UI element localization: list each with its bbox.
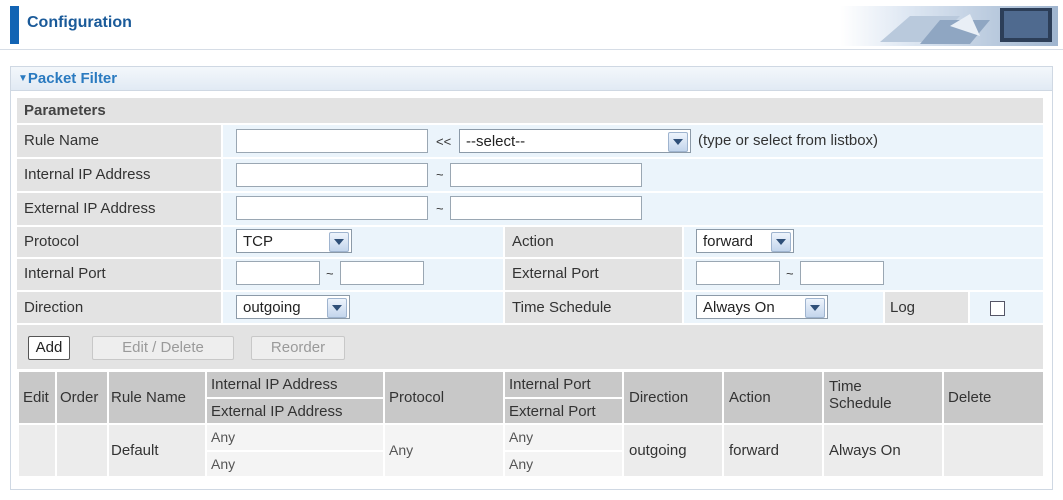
- internal-port-start-input[interactable]: [236, 261, 320, 285]
- rule-name-hint: (type or select from listbox): [698, 132, 879, 149]
- row-action: forward: [724, 425, 822, 476]
- protocol-select[interactable]: TCP: [236, 229, 352, 253]
- collapse-triangle-icon: ▼: [18, 73, 28, 84]
- action-select-value: forward: [703, 233, 754, 250]
- log-label: Log: [890, 299, 916, 316]
- col-header-rule-name: Rule Name: [109, 372, 205, 423]
- chevron-down-icon[interactable]: [327, 298, 347, 318]
- add-button[interactable]: Add: [28, 336, 70, 360]
- col-header-time-schedule: Time Schedule: [824, 372, 942, 423]
- row-internal-port: Any: [505, 425, 622, 450]
- col-header-action: Action: [724, 372, 822, 423]
- chevron-down-icon[interactable]: [805, 298, 825, 318]
- section-header[interactable]: [11, 67, 1052, 91]
- action-label: Action: [512, 233, 554, 250]
- direction-select-value: outgoing: [243, 299, 301, 316]
- time-schedule-select-value: Always On: [703, 299, 775, 316]
- action-select[interactable]: forward: [696, 229, 794, 253]
- row-protocol: Any: [385, 425, 503, 476]
- external-ip-start-input[interactable]: [236, 196, 428, 220]
- row-external-ip: Any: [207, 452, 383, 476]
- section-title-text: Packet Filter: [27, 70, 118, 87]
- log-value-cell: [970, 292, 1043, 323]
- reorder-button[interactable]: Reorder: [251, 336, 345, 360]
- log-checkbox[interactable]: [990, 301, 1005, 316]
- protocol-select-value: TCP: [243, 233, 273, 250]
- col-header-external-port: External Port: [505, 399, 622, 423]
- col-header-edit: Edit: [19, 372, 55, 423]
- header-accent-bar: [10, 6, 19, 44]
- internal-port-end-input[interactable]: [340, 261, 424, 285]
- col-header-order: Order: [57, 372, 107, 423]
- chevron-down-icon[interactable]: [668, 132, 688, 152]
- row-direction: outgoing: [624, 425, 722, 476]
- external-ip-range-separator: ~: [436, 201, 444, 216]
- col-header-delete: Delete: [944, 372, 1043, 423]
- time-schedule-select[interactable]: Always On: [696, 295, 828, 319]
- internal-port-range-separator: ~: [326, 266, 334, 281]
- row-rule-name: Default: [109, 425, 205, 476]
- chevron-down-icon[interactable]: [771, 232, 791, 252]
- col-header-external-ip: External IP Address: [207, 399, 383, 423]
- rule-name-input[interactable]: [236, 129, 428, 153]
- internal-ip-end-input[interactable]: [450, 163, 642, 187]
- internal-port-label: Internal Port: [24, 265, 106, 282]
- edit-delete-button[interactable]: Edit / Delete: [92, 336, 234, 360]
- rule-name-separator: <<: [436, 134, 452, 149]
- page-title: Configuration: [27, 14, 132, 31]
- rule-name-label: Rule Name: [24, 132, 100, 149]
- row-order-cell: [57, 425, 107, 476]
- rule-name-select[interactable]: --select--: [459, 129, 691, 153]
- row-time-schedule: Always On: [824, 425, 942, 476]
- internal-ip-start-input[interactable]: [236, 163, 428, 187]
- direction-label: Direction: [24, 299, 84, 316]
- internal-ip-range-separator: ~: [436, 167, 444, 182]
- col-header-direction: Direction: [624, 372, 722, 423]
- rule-name-select-value: --select--: [466, 133, 526, 150]
- internal-ip-label: Internal IP Address: [24, 166, 151, 183]
- col-header-internal-ip: Internal IP Address: [207, 372, 383, 397]
- external-port-range-separator: ~: [786, 266, 794, 281]
- header-banner-image: [840, 6, 1058, 46]
- row-delete-cell[interactable]: [944, 425, 1043, 476]
- time-schedule-label: Time Schedule: [512, 299, 612, 316]
- parameters-title: Parameters: [24, 102, 106, 119]
- section-title[interactable]: ▼Packet Filter: [18, 70, 117, 87]
- external-port-start-input[interactable]: [696, 261, 780, 285]
- direction-select[interactable]: outgoing: [236, 295, 350, 319]
- row-external-port: Any: [505, 452, 622, 476]
- external-port-label: External Port: [512, 265, 599, 282]
- col-header-internal-port: Internal Port: [505, 372, 622, 397]
- protocol-label: Protocol: [24, 233, 80, 250]
- chevron-down-icon[interactable]: [329, 232, 349, 252]
- row-internal-ip: Any: [207, 425, 383, 450]
- external-ip-label: External IP Address: [24, 200, 156, 217]
- external-port-end-input[interactable]: [800, 261, 884, 285]
- parameters-header: [17, 98, 1043, 123]
- external-ip-end-input[interactable]: [450, 196, 642, 220]
- col-header-protocol: Protocol: [385, 372, 503, 423]
- row-edit-cell[interactable]: [19, 425, 55, 476]
